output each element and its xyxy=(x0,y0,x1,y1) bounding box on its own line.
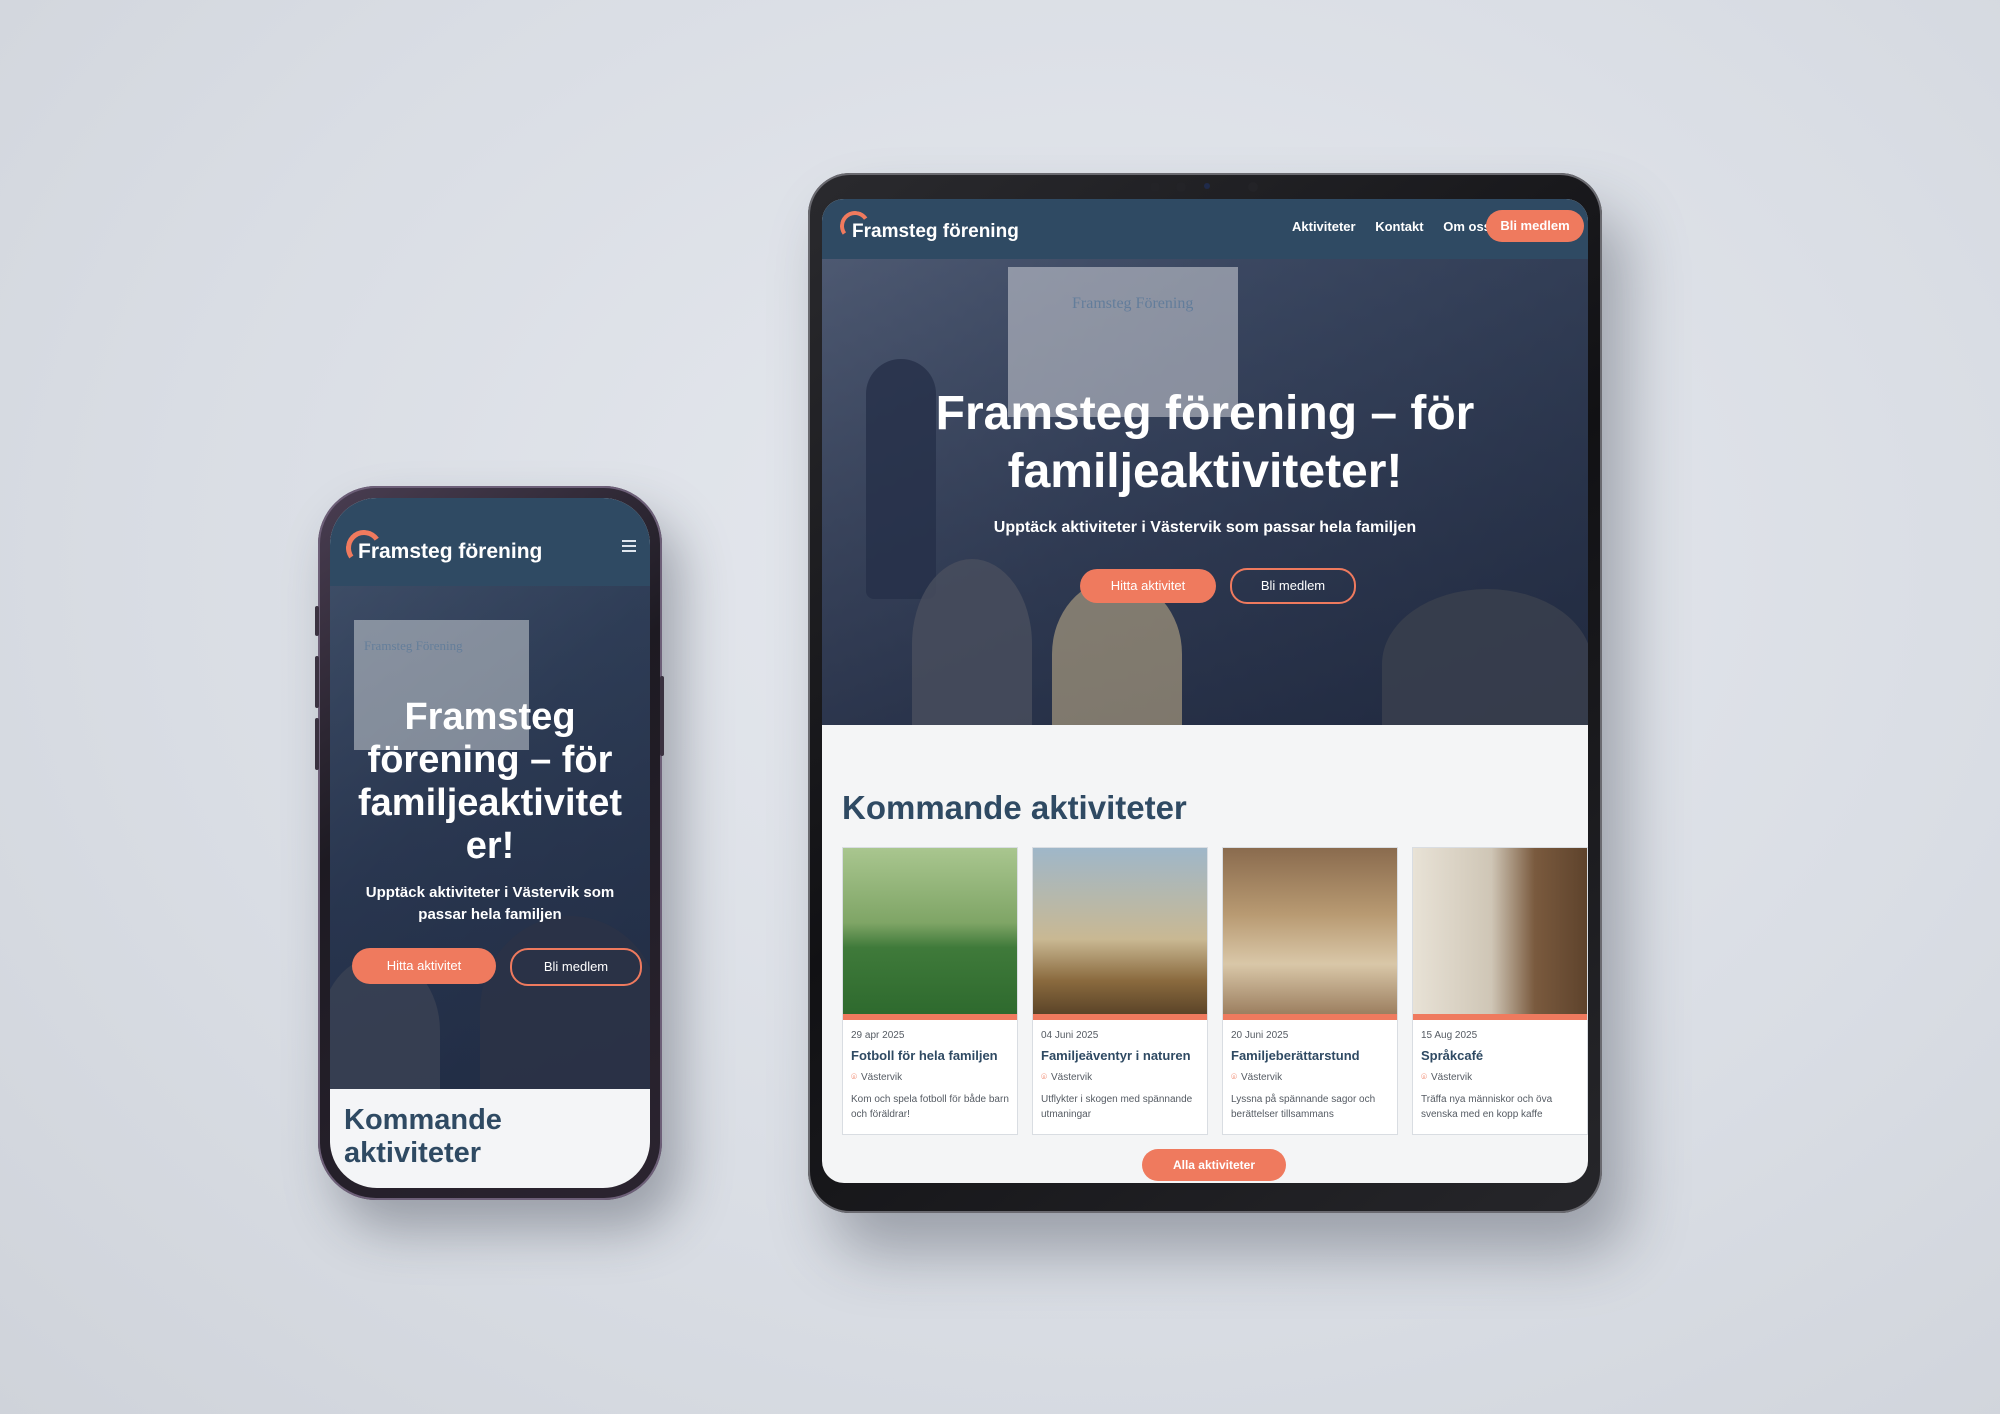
sensor-icon xyxy=(1248,182,1258,192)
event-title[interactable]: Familjeäventyr i naturen xyxy=(1041,1048,1205,1063)
nav-item-kontakt[interactable]: Kontakt xyxy=(1375,219,1423,234)
hero-section: Framsteg Förening Framsteg förening – fö… xyxy=(330,586,650,1089)
event-description: Kom och spela fotboll för både barn och … xyxy=(851,1094,1009,1120)
event-date: 29 apr 2025 xyxy=(851,1030,905,1041)
event-location: ⌾ Västervik xyxy=(1231,1072,1282,1083)
card-accent-bar xyxy=(1223,1014,1397,1020)
event-date: 15 Aug 2025 xyxy=(1421,1030,1478,1041)
projector-screen-text: Framsteg Förening xyxy=(364,638,463,653)
hero-section: Framsteg Förening Framsteg förening – fö… xyxy=(822,259,1588,725)
event-description: Utflykter i skogen med spännande utmanin… xyxy=(1041,1094,1193,1120)
find-activity-button[interactable]: Hitta aktivitet xyxy=(1080,569,1216,603)
tablet-device: Framsteg förening Aktiviteter Kontakt Om… xyxy=(808,173,1602,1213)
event-location-text: Västervik xyxy=(1241,1072,1283,1083)
map-pin-icon: ⌾ xyxy=(1421,1072,1427,1083)
section-title: Kommande aktiviteter xyxy=(842,789,1187,826)
phone-volume-up xyxy=(315,656,319,708)
become-member-button[interactable]: Bli medlem xyxy=(510,948,642,986)
event-card[interactable]: 29 apr 2025 Fotboll för hela familjen ⌾ V… xyxy=(842,847,1018,1135)
site-header: Framsteg förening Aktiviteter Kontakt Om… xyxy=(822,199,1588,259)
all-activities-button[interactable]: Alla aktiviteter xyxy=(1142,1149,1286,1181)
event-card[interactable]: 15 Aug 2025 Språkcafé ⌾ Västervik Träffa … xyxy=(1412,847,1588,1135)
tablet-screen: Framsteg förening Aktiviteter Kontakt Om… xyxy=(822,199,1588,1183)
main-nav: Aktiviteter Kontakt Om oss xyxy=(1292,219,1507,234)
event-location-text: Västervik xyxy=(1431,1072,1473,1083)
event-location: ⌾ Västervik xyxy=(851,1072,902,1083)
logo-text[interactable]: Framsteg förening xyxy=(358,540,542,564)
nav-item-aktiviteter[interactable]: Aktiviteter xyxy=(1292,219,1356,234)
event-location-text: Västervik xyxy=(861,1072,903,1083)
hamburger-icon[interactable] xyxy=(622,540,636,552)
event-card[interactable]: 20 Juni 2025 Familjeberättarstund ⌾ Väste… xyxy=(1222,847,1398,1135)
logo-text[interactable]: Framsteg förening xyxy=(852,221,1019,243)
hero-audience-shape xyxy=(1382,589,1588,725)
nav-become-member-button[interactable]: Bli medlem xyxy=(1486,210,1584,242)
card-accent-bar xyxy=(843,1014,1017,1020)
map-pin-icon: ⌾ xyxy=(851,1072,857,1083)
hero-title: Framsteg förening – för familjeaktivitet… xyxy=(935,387,1475,498)
become-member-button[interactable]: Bli medlem xyxy=(1230,568,1356,604)
event-title[interactable]: Språkcafé xyxy=(1421,1048,1585,1063)
hero-subtitle: Upptäck aktiviteter i Västervik som pass… xyxy=(365,884,615,923)
event-date: 20 Juni 2025 xyxy=(1231,1030,1289,1041)
phone-screen: Framsteg förening Framsteg Förening Fram… xyxy=(330,498,650,1188)
hero-subtitle: Upptäck aktiviteter i Västervik som pass… xyxy=(993,519,1417,536)
event-location: ⌾ Västervik xyxy=(1421,1072,1472,1083)
event-description: Lyssna på spännande sagor och berättelse… xyxy=(1231,1094,1376,1120)
event-image-football xyxy=(843,848,1017,1014)
projector-screen-text: Framsteg Förening xyxy=(1072,295,1194,312)
sensor-icon xyxy=(1176,182,1186,192)
section-title: Kommande aktiviteter xyxy=(344,1104,502,1169)
map-pin-icon: ⌾ xyxy=(1231,1072,1237,1083)
card-accent-bar xyxy=(1033,1014,1207,1020)
card-accent-bar xyxy=(1413,1014,1587,1020)
map-pin-icon: ⌾ xyxy=(1041,1072,1047,1083)
phone-header: Framsteg förening xyxy=(330,498,650,586)
event-location: ⌾ Västervik xyxy=(1041,1072,1092,1083)
event-image-language-cafe xyxy=(1413,848,1587,1014)
camera-icon xyxy=(1150,182,1160,192)
phone-volume-down xyxy=(315,718,319,770)
event-location-text: Västervik xyxy=(1051,1072,1093,1083)
nav-item-om-oss[interactable]: Om oss xyxy=(1443,219,1491,234)
event-description: Träffa nya människor och öva svenska med… xyxy=(1421,1094,1553,1120)
event-card[interactable]: 04 Juni 2025 Familjeäventyr i naturen ⌾ V… xyxy=(1032,847,1208,1135)
event-title[interactable]: Fotboll för hela familjen xyxy=(851,1048,1015,1063)
event-date: 04 Juni 2025 xyxy=(1041,1030,1099,1041)
find-activity-button[interactable]: Hitta aktivitet xyxy=(352,948,496,984)
hero-audience-shape xyxy=(480,916,650,1089)
camera-lens-icon xyxy=(1204,183,1210,189)
hero-title: Framsteg förening – för familjeaktivitet… xyxy=(358,696,622,867)
event-image-nature xyxy=(1033,848,1207,1014)
event-title[interactable]: Familjeberättarstund xyxy=(1231,1048,1395,1063)
phone-side-button xyxy=(315,606,319,636)
event-image-storytelling xyxy=(1223,848,1397,1014)
phone-device: Framsteg förening Framsteg Förening Fram… xyxy=(315,486,664,1200)
hero-audience-shape xyxy=(912,559,1032,725)
phone-power-button xyxy=(660,676,664,756)
